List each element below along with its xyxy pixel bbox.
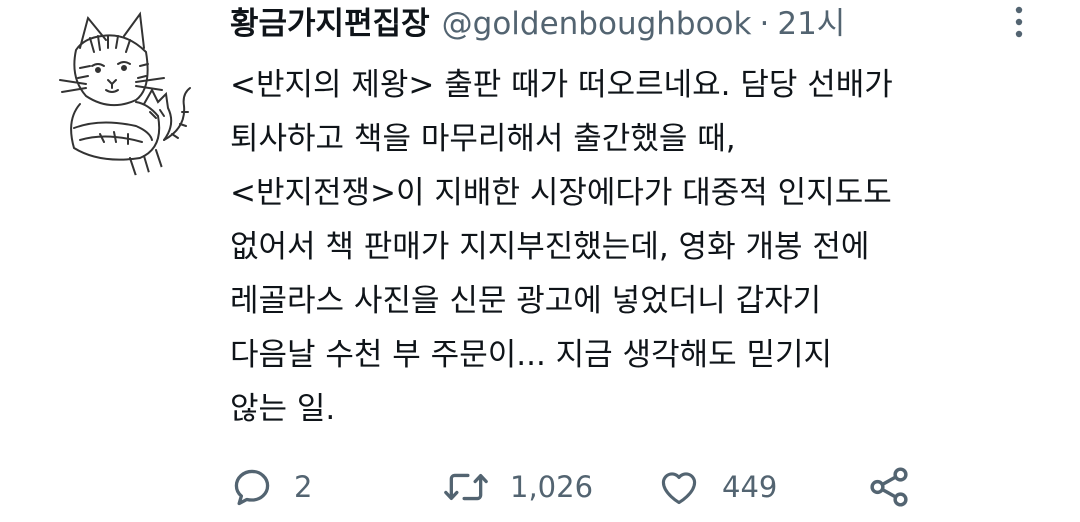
- cat-drawing-avatar-icon: [59, 11, 191, 176]
- reply-icon: [234, 469, 270, 506]
- like-button[interactable]: 449: [656, 462, 777, 512]
- share-button[interactable]: [866, 462, 912, 512]
- tweet-timestamp[interactable]: 21시: [777, 2, 845, 46]
- share-icon: [870, 467, 908, 507]
- retweet-button[interactable]: 1,026: [442, 462, 593, 512]
- author-handle[interactable]: @goldenboughbook: [442, 2, 752, 46]
- tweet-text-line: 없어서 책 판매가 지지부진했는데, 영화 개봉 전에: [230, 229, 870, 265]
- tweet-text-line: 않는 일.: [230, 391, 336, 427]
- heart-icon: [661, 472, 697, 505]
- reply-button[interactable]: 2: [230, 462, 312, 512]
- tweet-header: 황금가지편집장 @goldenboughbook · 21시: [230, 2, 845, 46]
- like-count: 449: [722, 470, 778, 504]
- more-options-button[interactable]: [1004, 4, 1034, 40]
- tweet-text-line: <반지전쟁>이 지배한 시장에다가 대중적 인지도도: [230, 175, 892, 211]
- tweet-text-line: 다음날 수천 부 주문이... 지금 생각해도 믿기지: [230, 337, 833, 373]
- reply-count: 2: [294, 470, 313, 504]
- tweet-text: <반지의 제왕> 출판 때가 떠오르네요. 담당 선배가 퇴사하고 책을 마무리…: [230, 58, 1050, 436]
- author-display-name[interactable]: 황금가지편집장: [230, 2, 430, 46]
- retweet-count: 1,026: [510, 470, 594, 504]
- tweet-text-line: 퇴사하고 책을 마무리해서 출간했을 때,: [230, 121, 736, 157]
- tweet: 황금가지편집장 @goldenboughbook · 21시 <반지의 제왕> …: [0, 0, 1080, 522]
- retweet-icon: [444, 473, 488, 501]
- header-separator: ·: [759, 6, 770, 42]
- tweet-text-line: 레골라스 사진을 신문 광고에 넣었더니 갑자기: [230, 283, 822, 319]
- tweet-text-line: <반지의 제왕> 출판 때가 떠오르네요. 담당 선배가: [230, 67, 893, 103]
- avatar[interactable]: [40, 8, 208, 176]
- more-vertical-icon: [1015, 6, 1023, 38]
